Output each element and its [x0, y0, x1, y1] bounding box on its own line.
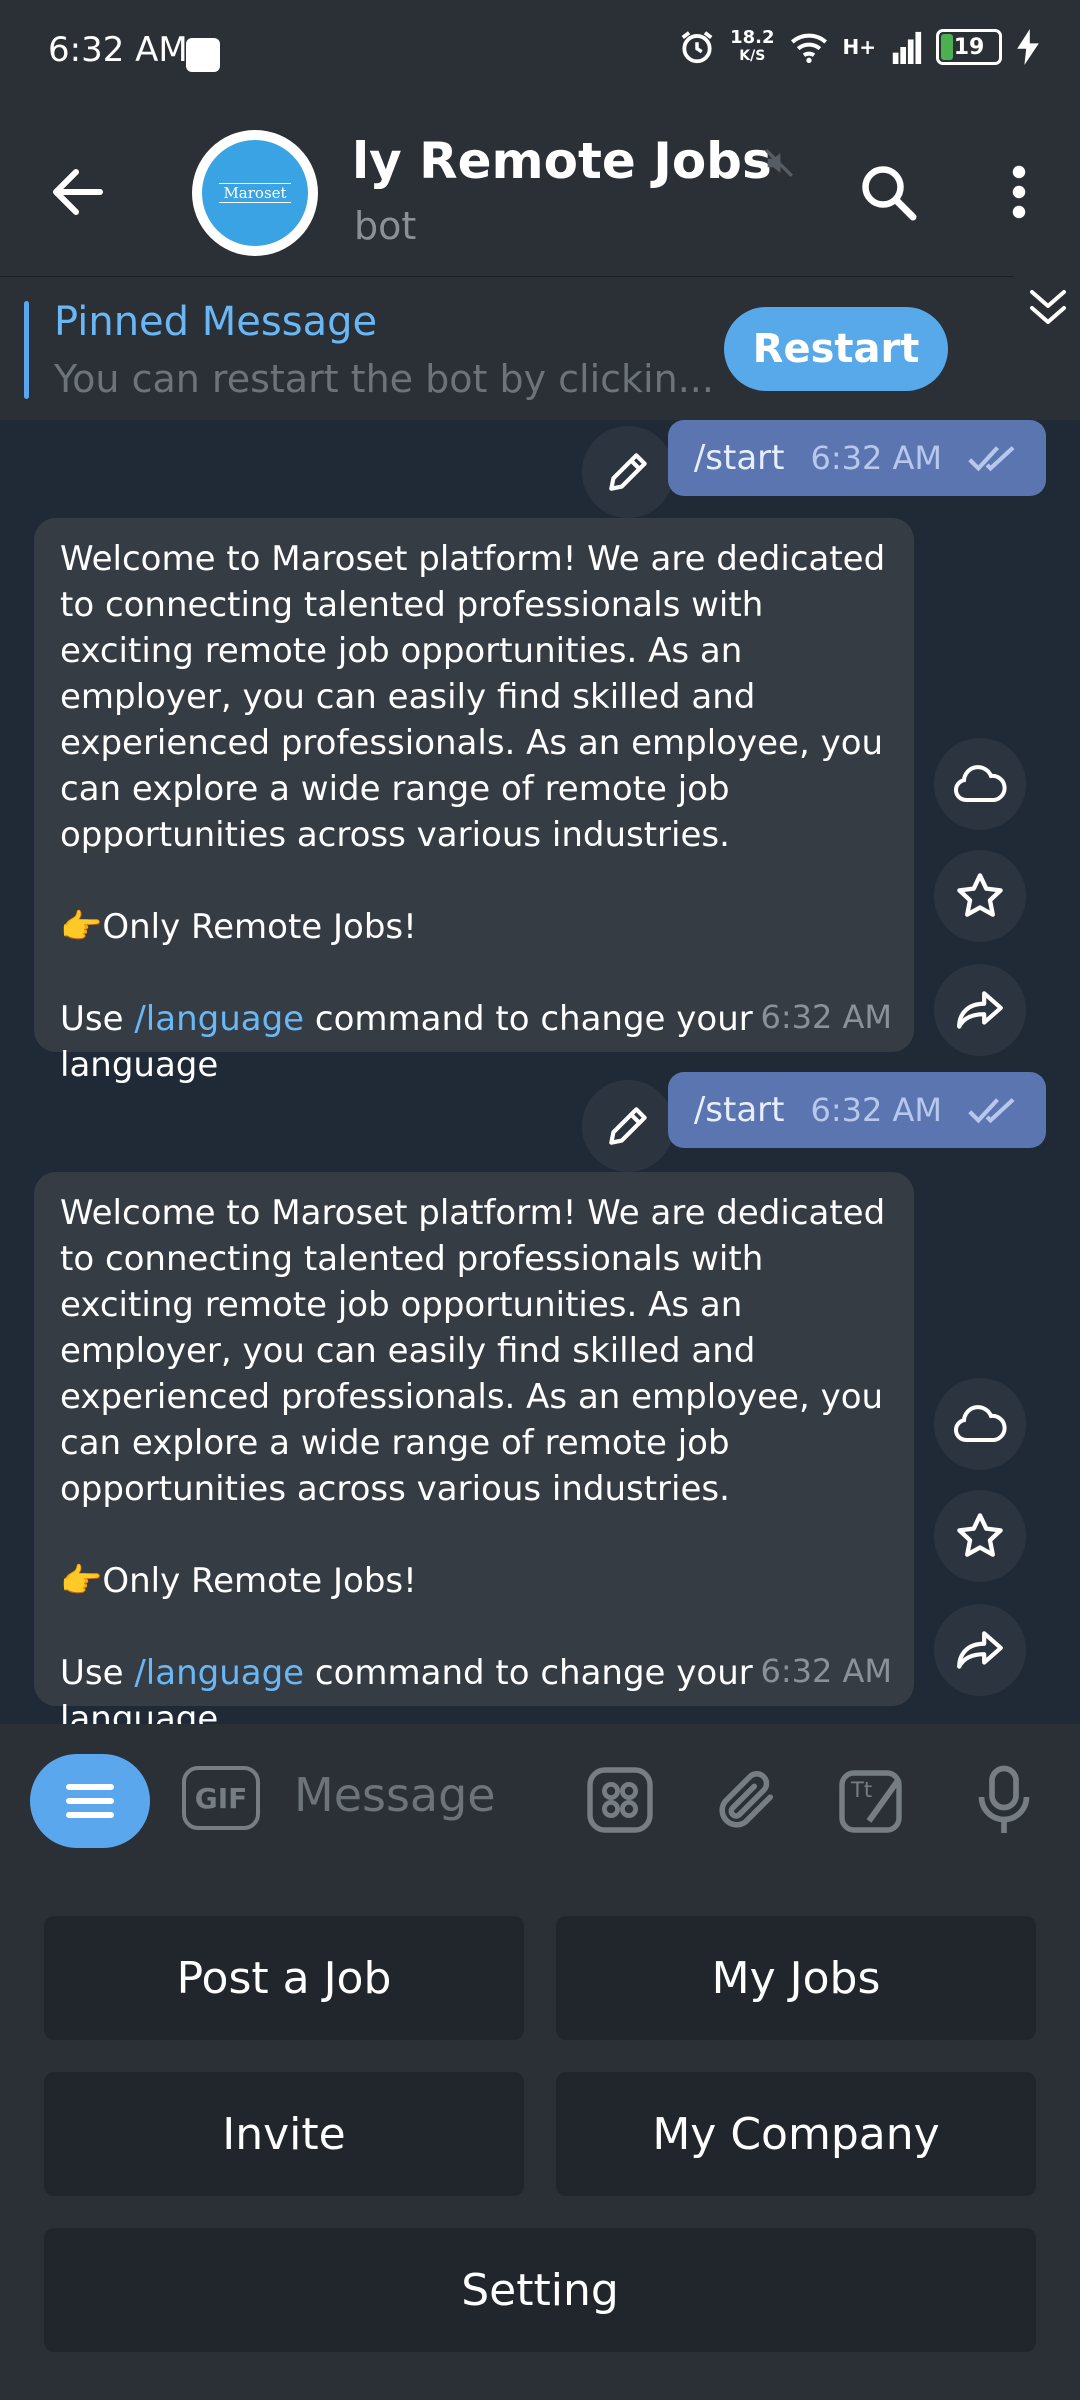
forward-button[interactable] — [934, 1604, 1026, 1696]
forward-button[interactable] — [934, 964, 1026, 1056]
message-highlight: 👉Only Remote Jobs! — [60, 907, 417, 947]
network-speed: 18.2 K/S — [730, 27, 775, 65]
pinned-text: You can restart the bot by clickin... — [54, 357, 714, 401]
save-to-cloud-button[interactable] — [934, 738, 1026, 830]
avatar[interactable]: Maroset — [192, 130, 318, 256]
language-command-link[interactable]: /language — [134, 999, 304, 1039]
message-input-bar: GIF Message Tt — [0, 1724, 1080, 1872]
read-checkmarks-icon — [968, 1098, 1015, 1124]
network-type: H+ — [842, 35, 877, 59]
back-arrow-icon[interactable] — [52, 168, 104, 216]
edit-button[interactable] — [582, 1080, 674, 1172]
pencil-icon — [609, 1107, 647, 1145]
setting-button[interactable]: Setting — [44, 2228, 1036, 2352]
microphone-icon[interactable] — [974, 1764, 1034, 1836]
favorite-button[interactable] — [934, 1490, 1026, 1582]
outgoing-message[interactable]: /start 6:32 AM — [667, 420, 1046, 496]
my-company-button[interactable]: My Company — [556, 2072, 1036, 2196]
chat-title[interactable]: ly Remote Jobs — [352, 132, 772, 190]
forward-arrow-icon — [957, 1631, 1003, 1669]
pinned-indicator — [24, 301, 29, 399]
text-style-icon[interactable]: Tt — [836, 1764, 908, 1836]
cloud-icon — [954, 1405, 1007, 1442]
edit-button[interactable] — [582, 426, 674, 518]
status-bar: 6:32 AM 18.2 K/S H+ 19 — [0, 0, 1080, 110]
invite-button[interactable]: Invite — [44, 2072, 524, 2196]
pencil-icon — [609, 453, 647, 491]
pinned-label: Pinned Message — [54, 299, 378, 345]
forward-arrow-icon — [957, 991, 1003, 1029]
charging-icon — [1017, 29, 1039, 65]
language-command-link[interactable]: /language — [134, 1653, 304, 1693]
post-job-button[interactable]: Post a Job — [44, 1916, 524, 2040]
message-time: 6:32 AM — [760, 998, 892, 1036]
message-body: Welcome to Maroset platform! We are dedi… — [60, 1193, 886, 1509]
message-text: /start — [693, 1090, 785, 1130]
apps-grid-icon[interactable] — [584, 1764, 656, 1836]
my-jobs-button[interactable]: My Jobs — [556, 1916, 1036, 2040]
gif-button[interactable]: GIF — [182, 1766, 260, 1830]
message-time: 6:32 AM — [760, 1652, 892, 1690]
scroll-to-bottom-icon[interactable] — [1010, 276, 1080, 366]
read-checkmarks-icon — [968, 446, 1015, 472]
message-time: 6:32 AM — [810, 439, 942, 477]
battery-indicator: 19 — [936, 29, 1002, 65]
search-icon[interactable] — [858, 162, 918, 222]
message-list[interactable]: /start 6:32 AM Welcome to Maroset platfo… — [0, 420, 1080, 1724]
save-to-cloud-button[interactable] — [934, 1378, 1026, 1470]
signal-icon — [892, 31, 922, 64]
message-text: /start — [693, 438, 785, 478]
status-time: 6:32 AM — [48, 30, 188, 70]
star-icon — [957, 873, 1003, 917]
alarm-icon — [681, 31, 713, 64]
muted-icon — [765, 149, 793, 177]
bot-reply-keyboard: Post a Job My Jobs Invite My Company Set… — [0, 1872, 1080, 2400]
attach-icon[interactable] — [712, 1764, 782, 1836]
message-input[interactable]: Message — [294, 1768, 496, 1822]
menu-icon — [66, 1784, 114, 1818]
outgoing-message[interactable]: /start 6:32 AM — [667, 1072, 1046, 1148]
restart-button[interactable]: Restart — [724, 307, 948, 391]
cloud-icon — [954, 765, 1007, 802]
avatar-logo-text: Maroset — [219, 183, 291, 203]
star-icon — [957, 1513, 1003, 1557]
favorite-button[interactable] — [934, 850, 1026, 942]
wifi-icon — [790, 33, 827, 63]
incoming-message[interactable]: Welcome to Maroset platform! We are dedi… — [34, 518, 914, 1085]
bot-menu-button[interactable] — [30, 1754, 150, 1848]
chat-subtitle: bot — [354, 204, 417, 248]
more-options-icon[interactable] — [1004, 162, 1034, 222]
message-body: Welcome to Maroset platform! We are dedi… — [60, 539, 886, 855]
message-time: 6:32 AM — [810, 1091, 942, 1129]
incoming-message[interactable]: Welcome to Maroset platform! We are dedi… — [34, 1172, 914, 1724]
svg-text:Tt: Tt — [850, 1778, 872, 1802]
pinned-message-bar[interactable]: Pinned Message You can restart the bot b… — [0, 276, 1080, 421]
notification-icon — [186, 38, 220, 72]
status-icons: 18.2 K/S H+ 19 — [678, 28, 1040, 66]
chat-header: Maroset ly Remote Jobs bot — [0, 110, 1080, 276]
message-highlight: 👉Only Remote Jobs! — [60, 1561, 417, 1601]
